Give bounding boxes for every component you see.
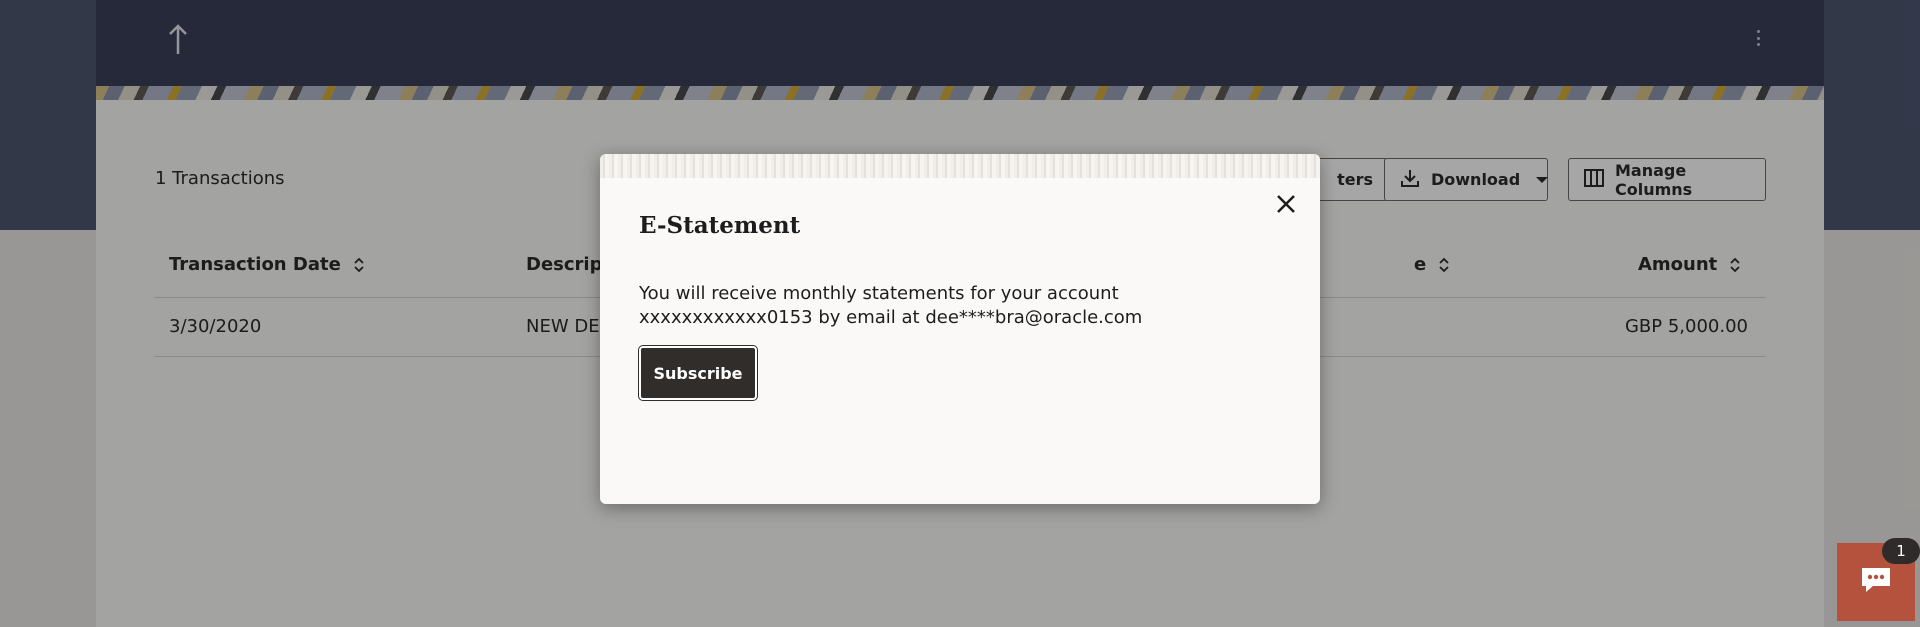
notification-badge: 1	[1882, 538, 1920, 564]
dialog-pattern	[600, 154, 1320, 178]
dialog-message-line1: You will receive monthly statements for …	[639, 283, 1119, 304]
dialog-message: You will receive monthly statements for …	[639, 282, 1239, 330]
close-icon[interactable]	[1272, 190, 1300, 218]
e-statement-dialog: E-Statement You will receive monthly sta…	[600, 154, 1320, 504]
dialog-message-line2: xxxxxxxxxxxx0153 by email at dee****bra@…	[639, 307, 1143, 328]
subscribe-button[interactable]: Subscribe	[638, 345, 758, 401]
chat-icon	[1859, 565, 1893, 599]
dialog-title: E-Statement	[639, 212, 801, 239]
